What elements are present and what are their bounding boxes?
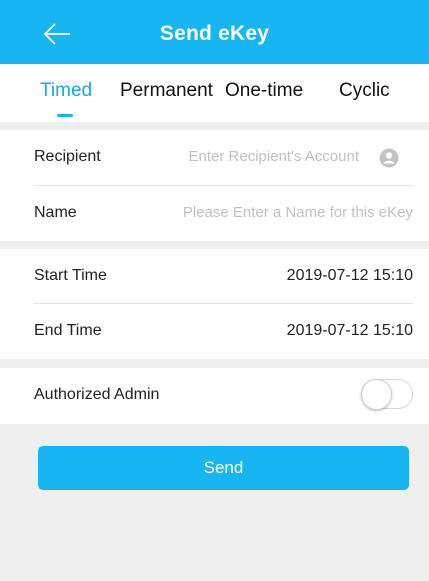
start-time-value[interactable]: 2019-07-12 15:10 — [287, 267, 413, 285]
name-label: Name — [34, 204, 77, 221]
contact-icon[interactable] — [379, 148, 399, 168]
end-time-row[interactable]: End Time 2019-07-12 15:10 — [0, 304, 429, 360]
name-row[interactable]: Name Please Enter a Name for this eKey — [0, 186, 429, 242]
recipient-label: Recipient — [34, 148, 101, 165]
end-time-label: End Time — [34, 322, 102, 339]
tab-bar: Timed Permanent One-time Cyclic — [0, 64, 429, 122]
app-header: Send eKey — [0, 0, 429, 64]
tab-cyclic[interactable]: Cyclic — [339, 80, 390, 102]
tab-timed[interactable]: Timed — [40, 80, 92, 102]
end-time-value[interactable]: 2019-07-12 15:10 — [287, 322, 413, 340]
send-button[interactable]: Send — [38, 446, 409, 490]
recipient-row[interactable]: Recipient Enter Recipient's Account — [0, 130, 429, 186]
time-section: Start Time 2019-07-12 15:10 End Time 201… — [0, 249, 429, 359]
name-input[interactable]: Please Enter a Name for this eKey — [183, 204, 413, 221]
tab-permanent[interactable]: Permanent — [120, 80, 213, 102]
admin-section: Authorized Admin — [0, 368, 429, 424]
toggle-knob — [361, 379, 392, 410]
start-time-row[interactable]: Start Time 2019-07-12 15:10 — [0, 249, 429, 305]
recipient-section: Recipient Enter Recipient's Account Name… — [0, 130, 429, 241]
start-time-label: Start Time — [34, 267, 107, 284]
page-title: Send eKey — [159, 22, 270, 45]
recipient-input[interactable]: Enter Recipient's Account — [189, 148, 359, 165]
tab-one-time[interactable]: One-time — [225, 80, 303, 102]
authorized-admin-row: Authorized Admin — [0, 368, 429, 424]
authorized-admin-label: Authorized Admin — [34, 386, 160, 403]
active-tab-indicator — [57, 114, 73, 117]
authorized-admin-toggle[interactable] — [361, 379, 413, 410]
